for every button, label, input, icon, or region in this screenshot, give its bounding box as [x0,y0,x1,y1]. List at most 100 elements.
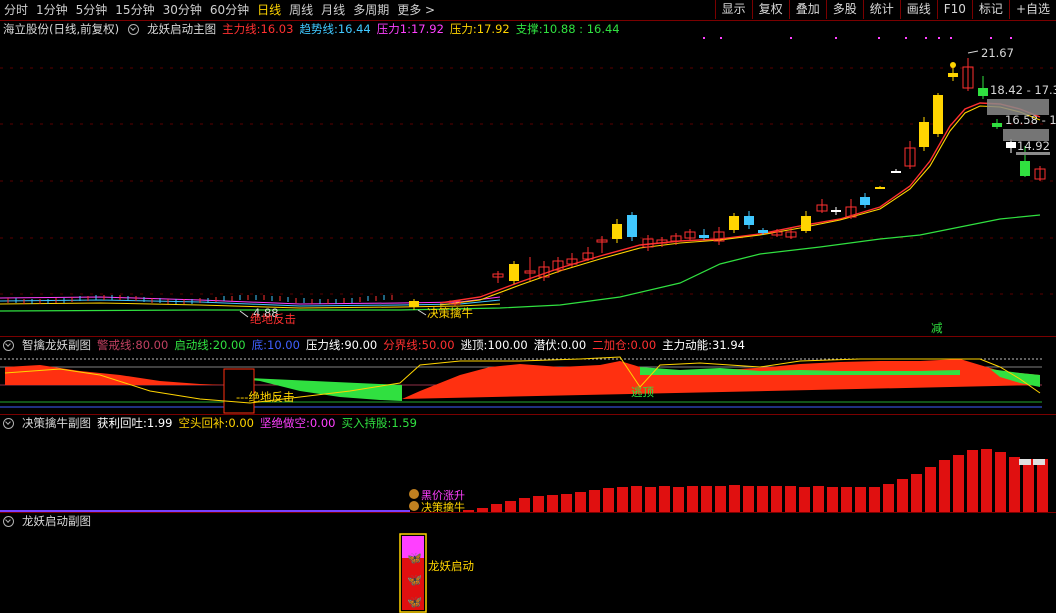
profit-bar [925,467,936,512]
profit-bar [561,494,572,512]
period-tab[interactable]: 月线 [317,0,349,20]
jue-di-fan-ji-label: 绝地反击 [250,312,296,326]
signal-dot [950,37,952,39]
profit-bar [771,486,782,512]
profit-bar [981,449,992,512]
signal-marker [950,62,956,68]
pointer-line [417,309,427,316]
period-tab[interactable]: 分时 [0,0,32,20]
candle-body [509,264,519,281]
toolbar-button[interactable]: 复权 [751,0,789,19]
profit-bar [827,487,838,512]
profit-bar [603,488,614,512]
profit-bar [967,450,978,512]
profit-bar [645,487,656,512]
profit-bar [687,486,698,512]
candle-body [933,95,943,134]
sub3-chart[interactable]: 🦋 🦋 🦋 [0,513,1056,613]
jue-ce-qin-niu-label: 决策擒牛 [427,306,473,320]
main-chart-panel[interactable]: 海立股份(日线,前复权) 龙妖启动主图 主力线:16.03 趋势线:16.44 压力… [0,21,1056,336]
profit-bar [491,504,502,512]
profit-bar [575,492,586,512]
period-tab[interactable]: 1分钟 [32,0,72,20]
profit-bar [883,484,894,512]
butterfly-icon: 🦋 [407,551,422,565]
candle-body [891,171,901,173]
candle-body [860,197,870,205]
profit-bar [841,487,852,512]
energy-area [402,359,1040,399]
profit-bar [995,452,1006,512]
jian-signal-label: 减 [931,321,943,335]
signal-dot [878,37,880,39]
candle-body [978,88,988,96]
signal-icon [409,489,419,499]
high-price-label: 21.67 [981,46,1014,60]
profit-bar [1037,459,1048,512]
profit-bar [673,487,684,512]
candle-body [612,224,622,239]
profit-bar [1023,459,1034,512]
signal-dot [703,37,705,39]
sub2-bar-chart[interactable] [0,415,1056,512]
profit-bar [911,474,922,512]
signal-dot [1010,37,1012,39]
period-toolbar: 分时 1分钟 5分钟 15分钟 30分钟 60分钟 日线 周线 月线 多周期 更多 > 显示 复权 叠加… [0,0,1056,21]
sub1-chart[interactable] [0,337,1056,414]
support-label: 14.92 [1017,139,1050,153]
candle-body [409,301,419,307]
toolbar-button[interactable]: 标记 [971,0,1009,19]
toolbar-button[interactable]: 多股 [825,0,863,19]
toolbar-button[interactable]: 画线 [899,0,937,19]
profit-bar [715,486,726,512]
candle-body [744,216,754,225]
profit-bar [701,486,712,512]
signal-icon [409,501,419,511]
profit-bar [953,455,964,512]
period-tab[interactable]: 15分钟 [111,0,158,20]
profit-bar [785,486,796,512]
pointer-line [239,310,249,318]
period-tab[interactable]: 周线 [285,0,317,20]
candle-body [627,215,637,237]
profit-bar [855,487,866,512]
profit-bar [631,486,642,512]
period-tab[interactable]: 多周期 [349,0,393,20]
candle-body [758,230,768,233]
sub-chart-2[interactable]: 决策擒牛副图 获利回吐:1.99 空头回补:0.00 坚绝做空:0.00 买入持股:1… [0,415,1056,514]
profit-bar [813,486,824,512]
profit-bar [617,487,628,512]
period-tab[interactable]: 30分钟 [159,0,206,20]
profit-bar [589,490,600,512]
signal-dot [925,37,927,39]
profit-bar [659,486,670,512]
candle-body [948,73,958,77]
profit-bar-cap [1019,459,1031,465]
period-tabs: 分时 1分钟 5分钟 15分钟 30分钟 60分钟 日线 周线 月线 多周期 更多 > [0,0,439,20]
profit-bar [729,485,740,512]
period-tab[interactable]: 更多 > [393,0,439,20]
candle-body [875,187,885,189]
candle-body [1020,161,1030,176]
toolbar-button[interactable]: 统计 [862,0,900,19]
sub-chart-3[interactable]: 龙妖启动副图 🦋 🦋 🦋 龙妖启动 [0,513,1056,613]
toolbar-button[interactable]: 叠加 [788,0,826,19]
resistance-label-2: 16.58 - 1 [1005,113,1056,127]
signal-dot [938,37,940,39]
sub-chart-1[interactable]: 智擒龙妖副图 警戒线:80.00 启动线:20.00 底:10.00 压力线:90.0… [0,337,1056,414]
period-tab[interactable]: 60分钟 [206,0,253,20]
signal-dot [990,37,992,39]
period-tab[interactable]: 5分钟 [72,0,112,20]
signal-dot [720,37,722,39]
profit-bar [533,496,544,512]
butterfly-icon: 🦋 [407,573,422,587]
toolbar-button[interactable]: +自选 [1008,0,1056,19]
resistance-label-1: 18.42 - 17.3 [990,83,1056,97]
profit-bar [743,486,754,512]
toolbar-button[interactable]: F10 [936,0,972,19]
candle-body [699,235,709,238]
toolbar-button[interactable]: 显示 [714,0,752,19]
period-tab[interactable]: 日线 [253,0,285,20]
main-candlestick-chart[interactable] [0,21,1056,336]
long-yao-qi-dong-label: 龙妖启动 [428,559,474,573]
